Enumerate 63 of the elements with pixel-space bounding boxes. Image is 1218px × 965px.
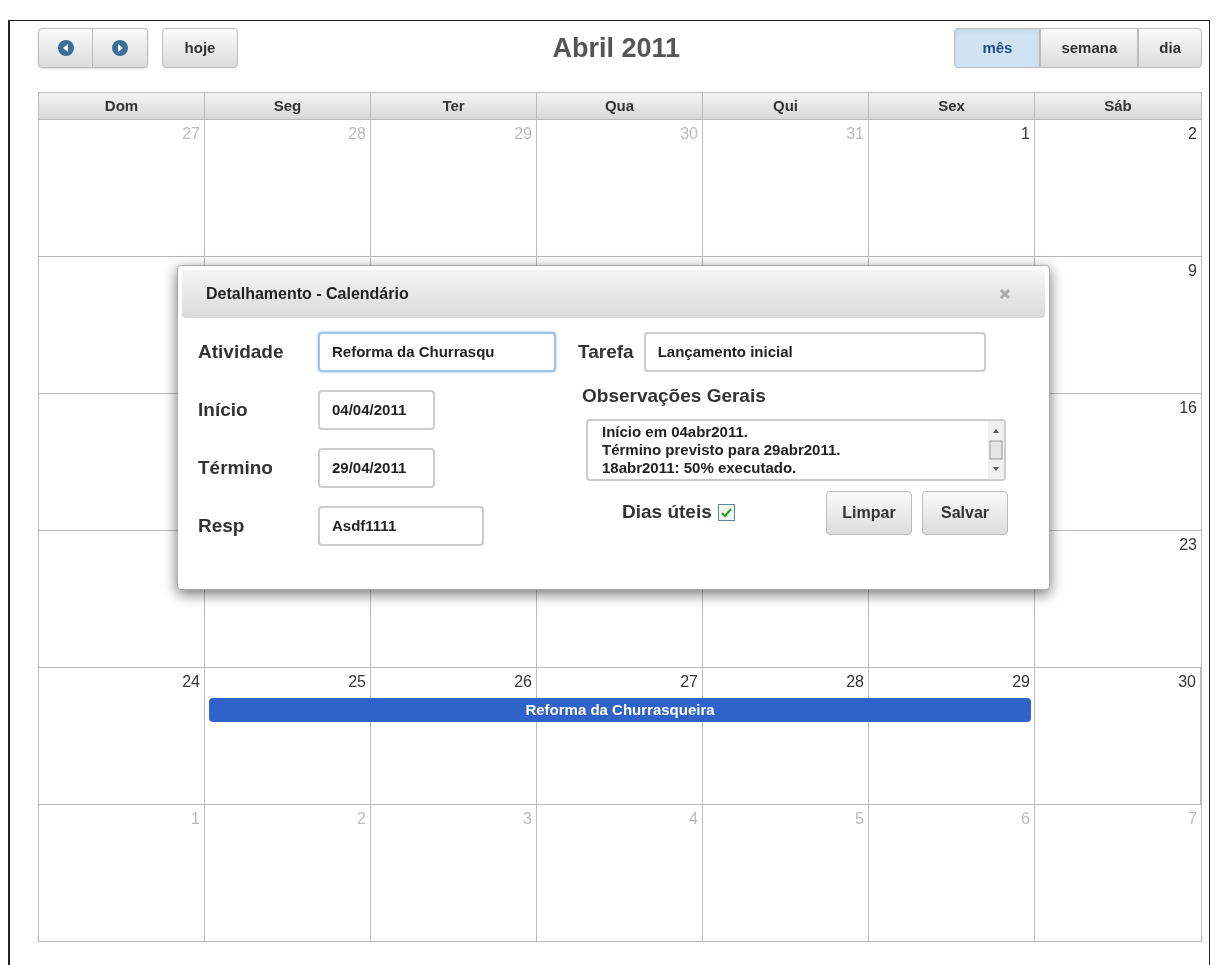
event-bar[interactable]: Reforma da Churrasqueira [208,698,1032,722]
view-tab[interactable]: dia [1138,28,1202,68]
field-label: Atividade [198,339,285,364]
day-number: 7 [1188,809,1197,829]
day-number: 6 [1021,809,1030,829]
notes-textarea[interactable]: Início em 04abr2011. Término previsto para 29abr2011. 18abr2011: 50% executado. [586,418,1006,481]
check-icon [719,506,733,519]
previous-button[interactable] [38,28,93,68]
day-number: 24 [182,672,200,692]
day-number: 26 [514,672,532,692]
previous-icon [57,40,74,56]
text-field[interactable]: Asdf1111 [318,506,484,546]
dialog-button[interactable]: Salvar [922,490,1008,535]
weekday-header: Qua [604,95,635,116]
view-tab[interactable]: semana [1040,28,1139,68]
view-tab[interactable]: mês [954,28,1041,68]
dialog-title: Detalhamento - Calendário [206,284,410,304]
text-field[interactable]: Lançamento inicial [643,332,986,372]
day-number: 31 [846,124,864,144]
day-number: 5 [855,809,864,829]
day-number: 29 [514,124,532,144]
text-field[interactable]: 04/04/2011 [318,390,435,430]
weekday-header: Sáb [1104,95,1132,116]
day-number: 28 [348,124,366,144]
dialog-button[interactable]: Limpar [826,490,912,535]
day-number: 27 [182,124,200,144]
day-number: 30 [680,124,698,144]
day-number: 30 [1178,672,1196,692]
day-number: 27 [680,672,698,692]
day-number: 28 [846,672,864,692]
weekday-header: Qui [773,95,798,116]
weekday-header: Seg [273,95,302,116]
day-number: 4 [689,809,698,829]
day-number: 1 [191,809,200,829]
notes-line: Início em 04abr2011. [602,422,749,441]
field-label: Resp [198,513,246,538]
next-button[interactable] [93,28,148,68]
field-label: Observações Gerais [582,384,767,408]
today-button[interactable]: hoje [162,28,238,68]
text-field[interactable]: 29/04/2011 [318,448,435,488]
weekday-header: Sex [938,95,965,116]
day-number: 29 [1012,672,1030,692]
month-title: Abril 2011 [551,31,680,65]
day-number: 2 [357,809,366,829]
field-label: Tarefa [578,339,634,364]
field-label: Início [198,397,249,422]
workdays-checkbox[interactable] [717,504,735,521]
weekday-header: Dom [104,95,139,116]
day-number: 9 [1188,261,1197,281]
day-number: 25 [348,672,366,692]
scrollbar-icon[interactable] [988,420,1004,479]
next-icon [112,40,128,56]
notes-line: Término previsto para 29abr2011. [602,440,842,459]
day-number: 3 [523,809,532,829]
day-number: 2 [1188,124,1197,144]
day-number: 16 [1179,398,1197,418]
text-field[interactable]: Reforma da Churrasqu [318,332,556,372]
weekday-header: Ter [442,95,465,116]
notes-line: 18abr2011: 50% executado. [602,458,798,477]
day-number: 1 [1021,124,1030,144]
checkbox-label: Dias úteis [622,500,712,525]
day-number: 23 [1179,535,1197,555]
field-label: Término [198,455,274,480]
